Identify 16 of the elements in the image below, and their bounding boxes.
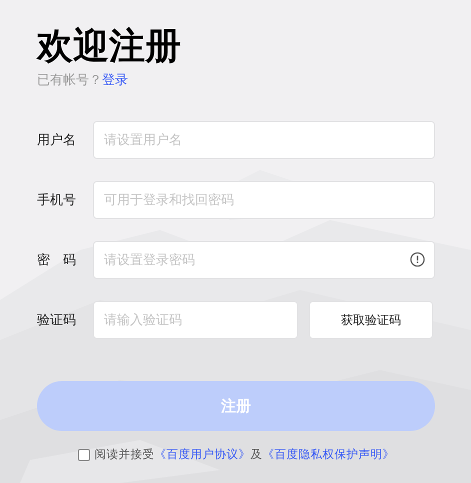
code-field[interactable]: 请输入验证码: [93, 301, 298, 339]
password-field[interactable]: 请设置登录密码: [93, 241, 435, 279]
warning-icon: [410, 252, 425, 267]
page-title: 欢迎注册: [37, 26, 182, 68]
privacy-link[interactable]: 《百度隐私权保护声明》: [262, 447, 394, 461]
field-label: 手机号: [37, 192, 77, 209]
login-link[interactable]: 登录: [102, 73, 128, 88]
field-label: 密 码: [37, 252, 77, 269]
get-code-button[interactable]: 获取验证码: [309, 301, 433, 339]
field-label: 用户名: [37, 132, 77, 149]
agreement-text: 阅读并接受《百度用户协议》及《百度隐私权保护声明》: [94, 447, 394, 462]
terms-link[interactable]: 《百度用户协议》: [154, 447, 250, 461]
input-field[interactable]: 请设置用户名: [93, 121, 435, 159]
field-label: 验证码: [37, 312, 77, 329]
input-field[interactable]: 可用于登录和找回密码: [93, 181, 435, 219]
login-prompt: 已有帐号？: [37, 73, 102, 88]
